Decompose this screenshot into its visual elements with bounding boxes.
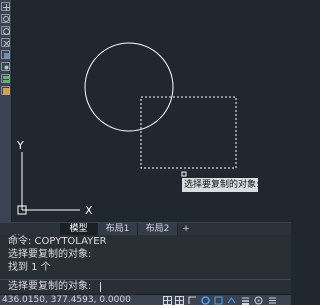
tab-layout1[interactable]: 布局1	[98, 223, 138, 235]
selection-rectangle	[140, 96, 237, 169]
command-line-2: 选择要复制的对象:	[8, 249, 92, 260]
osnap-icon[interactable]	[214, 296, 223, 305]
fullscreen-icon[interactable]	[268, 296, 277, 305]
grid-icon[interactable]	[163, 296, 172, 305]
coordinate-readout: 436.0150, 377.4593, 0.0000	[2, 295, 131, 305]
tab-navigation[interactable]: ◂▸	[12, 223, 60, 240]
ucs-y-label: Y	[16, 139, 24, 152]
crosshair-cursor	[181, 171, 187, 177]
command-history: 命令: COPYTOLAYER 选择要复制的对象: 找到 1 个	[0, 235, 291, 280]
polar-icon[interactable]	[201, 296, 210, 305]
pan-icon[interactable]	[1, 2, 10, 11]
command-tooltip: 选择要复制的对象:	[182, 178, 258, 192]
grid-icon[interactable]	[1, 74, 10, 83]
command-input[interactable]: 选择要复制的对象:	[0, 279, 291, 294]
left-toolbar	[0, 0, 12, 230]
tab-model[interactable]: 模型	[60, 223, 98, 235]
command-line-1: 命令: COPYTOLAYER	[8, 236, 107, 247]
otrack-icon[interactable]	[227, 296, 236, 305]
ortho-icon[interactable]	[188, 296, 197, 305]
lineweight-icon[interactable]	[241, 296, 250, 305]
zoom-extents-icon[interactable]	[1, 38, 10, 47]
snap-icon[interactable]	[175, 296, 184, 305]
add-layout-button[interactable]: +	[180, 223, 192, 235]
command-prompt: 选择要复制的对象:	[8, 281, 92, 292]
cad-application: Y X 选择要复制的对象: ◂▸ 模型 布局1 布局2 + 命令: COPYTO…	[0, 0, 291, 305]
ucs-icon: Y X	[16, 139, 93, 217]
text-cursor	[100, 282, 101, 292]
zoom-icon[interactable]	[1, 14, 10, 23]
orbit-icon[interactable]	[1, 26, 10, 35]
ucs-x-label: X	[85, 204, 93, 217]
tab-layout2[interactable]: 布局2	[138, 223, 178, 235]
status-bar: 436.0150, 377.4593, 0.0000	[0, 294, 291, 305]
view-cube-icon[interactable]	[1, 50, 10, 59]
snap-icon[interactable]	[1, 86, 10, 95]
layer-icon[interactable]	[1, 62, 10, 71]
workspace-icon[interactable]	[254, 296, 263, 305]
circle-entity[interactable]	[84, 42, 174, 132]
layout-tabs-bar: ◂▸ 模型 布局1 布局2 +	[0, 222, 291, 240]
command-line-3: 找到 1 个	[8, 262, 51, 273]
